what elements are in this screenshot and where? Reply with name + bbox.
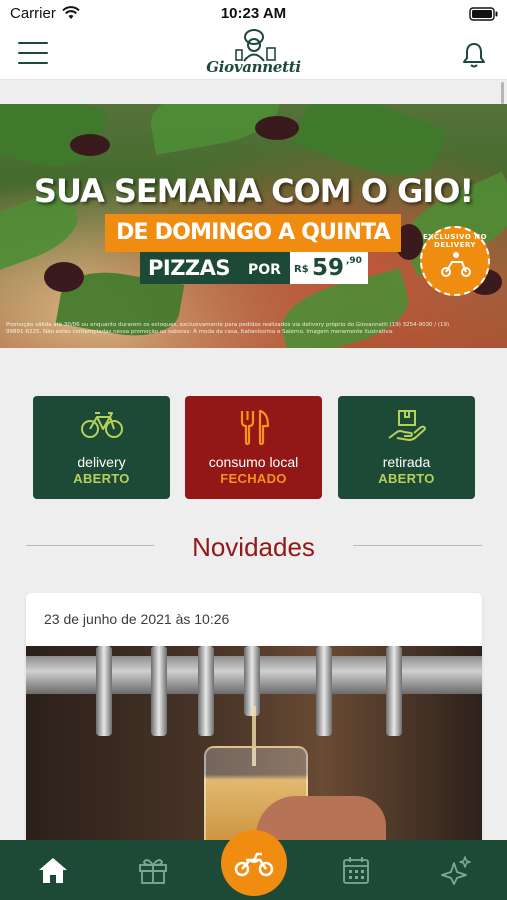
chef-mascot-icon (234, 29, 276, 62)
beer-tap (151, 646, 167, 736)
bell-icon (463, 43, 485, 68)
price-por: POR (248, 262, 281, 278)
package-hand-icon (338, 408, 475, 450)
retirada-label: retirada (382, 454, 431, 470)
tab-home[interactable] (22, 840, 82, 900)
tab-highlights[interactable] (425, 840, 485, 900)
banner-price-tag: PIZZAS POR R$ 59 ,90 (140, 252, 368, 284)
calendar-icon (343, 857, 369, 884)
olive (44, 262, 84, 292)
price-box: R$ 59 ,90 (290, 252, 368, 284)
consumo-local-status: FECHADO (220, 471, 287, 486)
news-image (26, 646, 482, 853)
stamp-text: EXCLUSIVO NO DELIVERY (422, 233, 488, 249)
motorcycle-icon (234, 852, 274, 877)
home-icon (39, 858, 67, 883)
price-item: PIZZAS (148, 256, 231, 280)
scrollbar-thumb[interactable] (501, 82, 504, 104)
bicycle-icon (33, 408, 170, 444)
beer-tap (386, 646, 402, 736)
status-bar: Carrier 10:23 AM (0, 0, 507, 28)
beer-tap (198, 646, 214, 736)
tab-delivery[interactable] (221, 830, 287, 896)
retirada-status: ABERTO (378, 471, 435, 486)
scooter-icon (441, 252, 471, 277)
beer-tap (96, 646, 112, 736)
clock-label: 10:23 AM (220, 5, 287, 22)
price-cents: ,90 (346, 256, 362, 266)
banner-title: SUA SEMANA COM O GIO! (33, 172, 474, 210)
battery-icon (469, 6, 499, 25)
news-section-title: Novidades (192, 532, 315, 562)
tab-gifts[interactable] (122, 840, 182, 900)
logo-text: Giovannetti (206, 58, 301, 76)
olive (70, 134, 110, 156)
news-date: 23 de junho de 2021 às 10:26 (44, 611, 230, 627)
delivery-status: ABERTO (73, 471, 130, 486)
price-currency: R$ (294, 264, 309, 275)
consumo-local-label: consumo local (208, 454, 299, 470)
retirada-card[interactable]: retirada ABERTO (338, 396, 475, 499)
delivery-label: delivery (77, 454, 126, 470)
gift-icon (139, 859, 167, 884)
beer-tap (316, 646, 332, 736)
banner-fine-print: Promoção válida até 30/06 ou enquanto du… (6, 322, 450, 335)
delivery-stamp: EXCLUSIVO NO DELIVERY (420, 226, 490, 296)
delivery-card[interactable]: delivery ABERTO (33, 396, 170, 499)
app-header: Giovannetti (0, 28, 507, 80)
fork-knife-icon (185, 408, 322, 450)
news-card[interactable]: 23 de junho de 2021 às 10:26 (26, 593, 482, 853)
logo: Giovannetti (0, 28, 507, 80)
consumo-local-card[interactable]: consumo local FECHADO (185, 396, 322, 499)
price-value: 59 (312, 255, 345, 281)
tab-calendar[interactable] (325, 840, 385, 900)
notifications-button[interactable] (459, 40, 489, 74)
olive (255, 116, 299, 140)
sparkles-icon (441, 856, 471, 885)
